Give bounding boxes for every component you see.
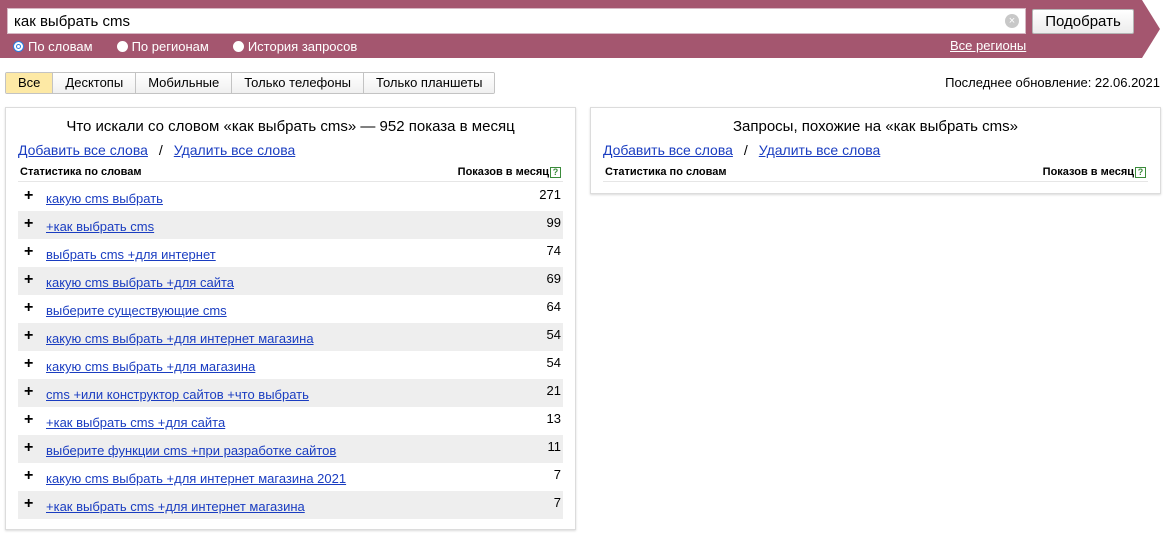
shows-count: 21 <box>546 383 561 398</box>
last-update-text: Последнее обновление: 22.06.2021 <box>945 75 1160 90</box>
panel-title: Что искали со словом «как выбрать cms» —… <box>66 118 515 135</box>
radio-checked-icon[interactable] <box>13 40 24 52</box>
mode-label: История запросов <box>247 38 358 54</box>
phrase-link[interactable]: какую cms выбрать +для интернет магазина… <box>46 471 346 486</box>
device-tabs: Все Десктопы Мобильные Только телефоны Т… <box>5 72 496 94</box>
search-band: × Подобрать По словам По регионам Истори… <box>0 0 1168 58</box>
mode-by-regions[interactable]: По регионам <box>116 38 209 54</box>
phrase-link[interactable]: какую cms выбрать +для магазина <box>46 359 255 374</box>
phrase-link[interactable]: какую cms выбрать +для сайта <box>46 275 234 290</box>
shows-count: 64 <box>546 299 561 314</box>
table-row: + +как выбрать cms 99 <box>18 211 563 239</box>
shows-count: 54 <box>546 327 561 342</box>
phrase-link[interactable]: выбрать cms +для интернет <box>46 247 216 262</box>
submit-button[interactable]: Подобрать <box>1032 9 1134 34</box>
column-header-shows-label: Показов в месяц <box>457 166 549 178</box>
table-row: + выберите существующие cms 64 <box>18 295 563 323</box>
add-phrase-icon[interactable]: + <box>24 243 33 261</box>
tab-tablets-only[interactable]: Только планшеты <box>363 73 495 93</box>
panel-actions: Добавить все слова / Удалить все слова <box>603 142 880 158</box>
shows-count: 74 <box>546 243 561 258</box>
clear-icon[interactable]: × <box>1005 14 1019 28</box>
tab-desktops[interactable]: Десктопы <box>52 73 136 93</box>
shows-count: 7 <box>553 495 561 510</box>
add-phrase-icon[interactable]: + <box>24 271 33 289</box>
mode-by-words[interactable]: По словам <box>13 39 93 54</box>
panel-title: Запросы, похожие на «как выбрать cms» <box>732 118 1019 135</box>
panel-actions: Добавить все слова / Удалить все слова <box>18 142 295 158</box>
shows-count: 271 <box>539 187 561 202</box>
stats-table-header: Статистика по словам Показов в месяц ? <box>18 165 563 182</box>
remove-all-words-link[interactable]: Удалить все слова <box>759 142 880 158</box>
mode-label: По регионам <box>131 38 209 54</box>
add-phrase-icon[interactable]: + <box>24 439 33 457</box>
word-stats-panel: Что искали со словом «как выбрать cms» —… <box>5 107 576 530</box>
tab-mobile[interactable]: Мобильные <box>135 73 232 93</box>
radio-unchecked-icon[interactable] <box>232 40 244 52</box>
add-phrase-icon[interactable]: + <box>24 215 33 233</box>
table-row: + какую cms выбрать +для интернет магазин… <box>18 463 563 491</box>
action-separator: / <box>158 142 163 158</box>
phrase-link[interactable]: выберите существующие cms <box>46 303 227 318</box>
add-phrase-icon[interactable]: + <box>24 383 33 401</box>
mode-history[interactable]: История запросов <box>232 38 358 54</box>
table-row: + какую cms выбрать 271 <box>18 183 563 211</box>
shows-count: 69 <box>546 271 561 286</box>
shows-count: 54 <box>546 355 561 370</box>
shows-count: 11 <box>547 439 562 454</box>
mode-label: По словам <box>28 38 93 54</box>
tab-phones-only[interactable]: Только телефоны <box>231 73 364 93</box>
table-row: + cms +или конструктор сайтов +что выбрат… <box>18 379 563 407</box>
column-header-stats: Статистика по словам <box>605 166 727 178</box>
search-input[interactable] <box>7 8 1026 34</box>
add-all-words-link[interactable]: Добавить все слова <box>18 142 148 158</box>
stats-table-header: Статистика по словам Показов в месяц ? <box>603 165 1148 182</box>
help-icon[interactable]: ? <box>1135 166 1146 178</box>
radio-unchecked-icon[interactable] <box>116 40 128 52</box>
similar-queries-panel: Запросы, похожие на «как выбрать cms» До… <box>590 107 1161 194</box>
phrase-link[interactable]: +как выбрать cms <box>46 219 154 234</box>
all-regions-link[interactable]: Все регионы <box>950 38 1026 53</box>
remove-all-words-link[interactable]: Удалить все слова <box>174 142 295 158</box>
table-row: + +как выбрать cms +для сайта 13 <box>18 407 563 435</box>
shows-count: 13 <box>546 411 561 426</box>
add-phrase-icon[interactable]: + <box>24 411 33 429</box>
add-phrase-icon[interactable]: + <box>24 467 33 485</box>
phrase-link[interactable]: +как выбрать cms +для сайта <box>46 415 225 430</box>
column-header-stats: Статистика по словам <box>20 166 142 178</box>
add-phrase-icon[interactable]: + <box>24 355 33 373</box>
phrase-link[interactable]: какую cms выбрать +для интернет магазина <box>46 331 314 346</box>
table-row: + какую cms выбрать +для интернет магазин… <box>18 323 563 351</box>
add-phrase-icon[interactable]: + <box>24 327 33 345</box>
tab-all[interactable]: Все <box>6 73 53 93</box>
table-row: + какую cms выбрать +для магазина 54 <box>18 351 563 379</box>
add-phrase-icon[interactable]: + <box>24 495 33 513</box>
add-phrase-icon[interactable]: + <box>24 187 33 205</box>
shows-count: 99 <box>546 215 561 230</box>
phrase-link[interactable]: cms +или конструктор сайтов +что выбрать <box>46 387 309 402</box>
table-row: + +как выбрать cms +для интернет магазина… <box>18 491 563 519</box>
table-row: + выберите функции cms +при разработке са… <box>18 435 563 463</box>
stats-rows: + какую cms выбрать 271 + +как выбрать cms 99… <box>18 183 563 519</box>
column-header-shows: Показов в месяц ? <box>458 166 561 178</box>
search-mode-group: По словам По регионам История запросов <box>13 38 381 54</box>
help-icon[interactable]: ? <box>550 166 561 178</box>
phrase-link[interactable]: +как выбрать cms +для интернет магазина <box>46 499 305 514</box>
phrase-link[interactable]: выберите функции cms +при разработке сай… <box>46 443 336 458</box>
phrase-link[interactable]: какую cms выбрать <box>46 191 163 206</box>
add-all-words-link[interactable]: Добавить все слова <box>603 142 733 158</box>
column-header-shows: Показов в месяц ? <box>1043 166 1146 178</box>
column-header-shows-label: Показов в месяц <box>1042 166 1134 178</box>
shows-count: 7 <box>553 467 561 482</box>
table-row: + выбрать cms +для интернет 74 <box>18 239 563 267</box>
add-phrase-icon[interactable]: + <box>24 299 33 317</box>
action-separator: / <box>743 142 748 158</box>
table-row: + какую cms выбрать +для сайта 69 <box>18 267 563 295</box>
